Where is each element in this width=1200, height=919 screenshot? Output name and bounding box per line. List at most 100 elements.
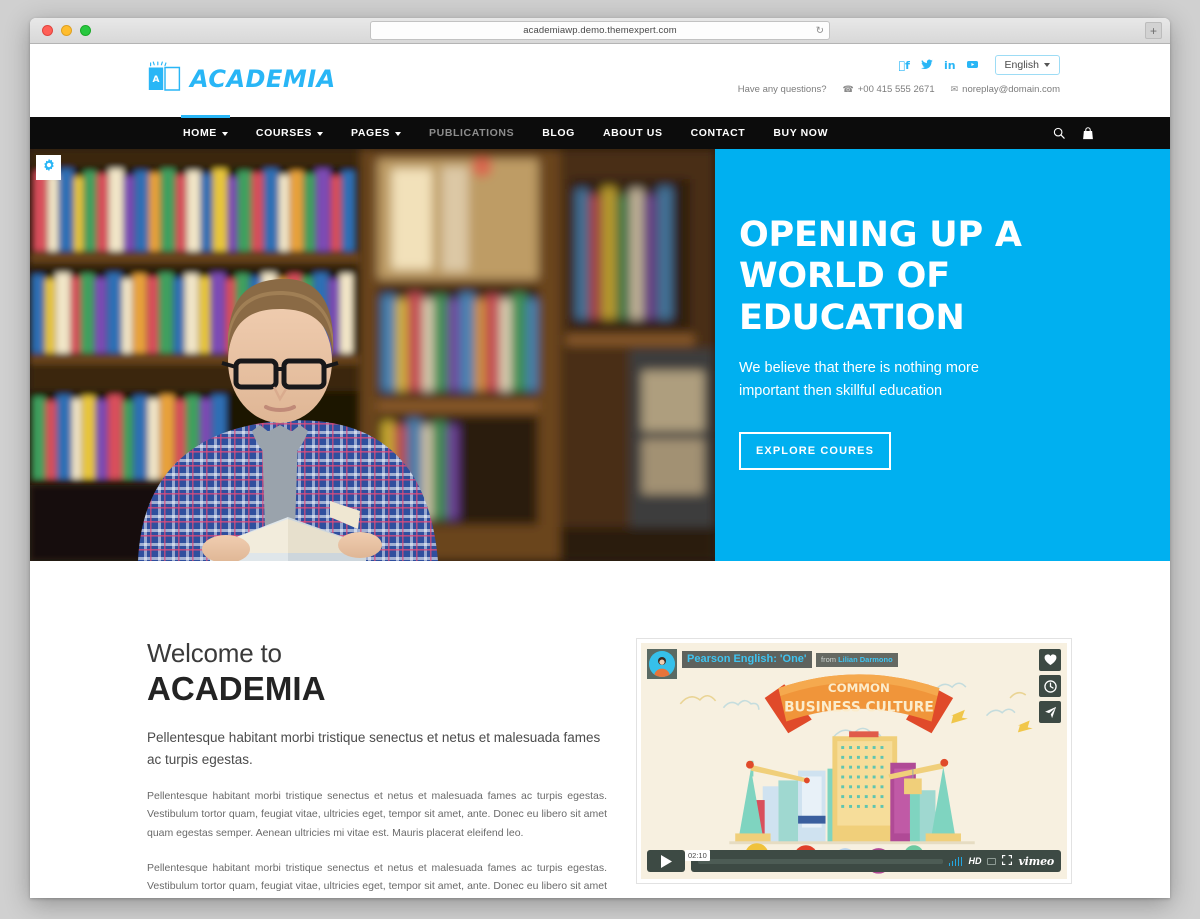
progress-track[interactable] [698,858,943,864]
header-utility: f in English Have any questions? [738,54,1060,95]
phone-number: +00 415 555 2671 [857,84,935,95]
video-titles: Pearson English: 'One' from Lilian Darmo… [682,649,898,679]
hd-badge[interactable]: HD [968,856,981,866]
video-player[interactable]: COMMON BUSINESS CULTURE Pearson English:… [637,639,1071,883]
hero-section: OPENING UP A WORLD OF EDUCATION We belie… [30,149,1170,561]
hero-image [30,149,715,561]
hero-subtitle: We believe that there is nothing more im… [739,357,1039,404]
svg-text:BUSINESS CULTURE: BUSINESS CULTURE [784,700,934,716]
chevron-down-icon [1044,63,1050,67]
nav-item-courses[interactable]: COURSES [242,117,337,149]
library-illustration [30,149,715,561]
nav-item-contact[interactable]: CONTACT [677,117,760,149]
welcome-title: ACADEMIA [147,669,326,707]
linkedin-icon[interactable]: in [944,60,956,71]
chevron-down-icon [317,131,324,136]
video-time: 02:10 [685,850,710,861]
video-author[interactable]: Lilian Darmono [838,655,893,664]
site-header: A ACADEMIA f in English [30,44,1170,117]
email-address: noreplay@domain.com [962,84,1060,95]
social-links: f in English [738,54,1060,76]
minimize-window-button[interactable] [61,25,72,36]
watch-later-clock-icon[interactable] [1039,675,1061,697]
close-window-button[interactable] [42,25,53,36]
reload-icon[interactable]: ↻ [816,25,824,36]
gear-icon [42,158,56,177]
site-logo[interactable]: A ACADEMIA [147,60,336,98]
nav-label: ABOUT US [602,127,663,139]
video-author-line: from Lilian Darmono [816,653,898,667]
phone-item[interactable]: ☎ +00 415 555 2671 [843,84,935,95]
video-actions [1039,649,1061,723]
email-item[interactable]: ✉ noreplay@domain.com [951,84,1060,95]
nav-label: BLOG [542,127,575,139]
hero-title-line-3: EDUCATION [739,297,965,338]
nav-label: BUY NOW [773,127,829,139]
hero-title: OPENING UP A WORLD OF EDUCATION [739,215,1170,339]
play-icon[interactable] [647,850,685,872]
volume-icon[interactable] [948,856,963,866]
nav-item-home[interactable]: HOME [169,115,242,149]
nav-item-buy-now[interactable]: BUY NOW [759,117,842,149]
video-byline: Pearson English: 'One' from Lilian Darmo… [647,649,898,679]
logo-text: ACADEMIA [190,65,336,93]
nav-items: HOME COURSES PAGES PUBLICATIONS BLOG ABO… [169,115,842,149]
vimeo-logo[interactable]: vimeo [1018,855,1054,868]
nav-item-blog[interactable]: BLOG [528,117,589,149]
chevron-down-icon [221,131,228,136]
hero-title-line-2: WORLD OF [739,256,950,297]
youtube-icon[interactable] [966,59,978,72]
page-viewport: A ACADEMIA f in English [30,44,1170,898]
main-navigation: HOME COURSES PAGES PUBLICATIONS BLOG ABO… [30,115,1170,149]
zoom-window-button[interactable] [80,25,91,36]
svg-text:A: A [153,75,160,85]
video-controls: 02:10 HD vimeo [641,847,1067,879]
facebook-icon[interactable]: f [899,60,910,71]
nav-item-publications[interactable]: PUBLICATIONS [415,117,528,149]
phone-icon: ☎ [842,84,854,94]
address-bar[interactable]: academiawp.demo.themexpert.com ↻ [370,21,830,40]
nav-label: COURSES [255,127,313,139]
share-send-icon[interactable] [1039,701,1061,723]
welcome-paragraph-1: Pellentesque habitant morbi tristique se… [147,789,607,839]
twitter-icon[interactable] [920,59,933,72]
svg-text:COMMON: COMMON [828,681,890,695]
fullscreen-icon[interactable] [1002,852,1013,870]
video-title[interactable]: Pearson English: 'One' [682,651,812,668]
chevron-down-icon [395,131,402,136]
welcome-paragraph-2: Pellentesque habitant morbi tristique se… [147,861,607,893]
settings-panel-toggle[interactable] [36,155,61,180]
search-icon[interactable] [1053,127,1065,139]
envelope-icon: ✉ [950,84,959,94]
browser-titlebar: academiawp.demo.themexpert.com ↻ + [30,18,1170,44]
welcome-text-column: Welcome to ACADEMIA Pellentesque habitan… [147,638,607,898]
avatar[interactable] [647,649,677,679]
welcome-eyebrow: Welcome to [147,638,282,668]
nav-label: PUBLICATIONS [429,127,515,139]
url-text: academiawp.demo.themexpert.com [523,25,677,36]
nav-label: PAGES [351,127,391,139]
browser-window: academiawp.demo.themexpert.com ↻ + A ACA… [30,18,1170,898]
hero-title-line-1: OPENING UP A [739,215,1022,255]
nav-label: HOME [183,127,217,139]
like-heart-icon[interactable] [1039,649,1061,671]
open-book-icon: A [147,60,183,98]
hero-content: OPENING UP A WORLD OF EDUCATION We belie… [715,149,1170,561]
closed-caption-icon[interactable] [987,857,997,865]
language-selector[interactable]: English [994,55,1060,75]
nav-item-about-us[interactable]: ABOUT US [589,117,677,149]
questions-label: Have any questions? [737,84,827,95]
new-tab-button[interactable]: + [1145,22,1162,39]
nav-tools [1053,117,1094,149]
explore-courses-button[interactable]: EXPLORE COURES [739,431,891,470]
from-label: from [821,655,836,664]
shopping-bag-icon[interactable] [1082,126,1094,140]
nav-label: CONTACT [690,127,746,139]
welcome-section: Welcome to ACADEMIA Pellentesque habitan… [30,561,1170,898]
contact-info: Have any questions? ☎ +00 415 555 2671 ✉… [738,84,1060,95]
window-controls [42,25,91,36]
nav-item-pages[interactable]: PAGES [337,117,415,149]
hero-subtitle-line-1: We believe that there is nothing more [739,359,979,376]
video-progress-bar[interactable]: HD vimeo [691,850,1061,872]
hero-subtitle-line-2: important then skillful education [739,383,943,400]
